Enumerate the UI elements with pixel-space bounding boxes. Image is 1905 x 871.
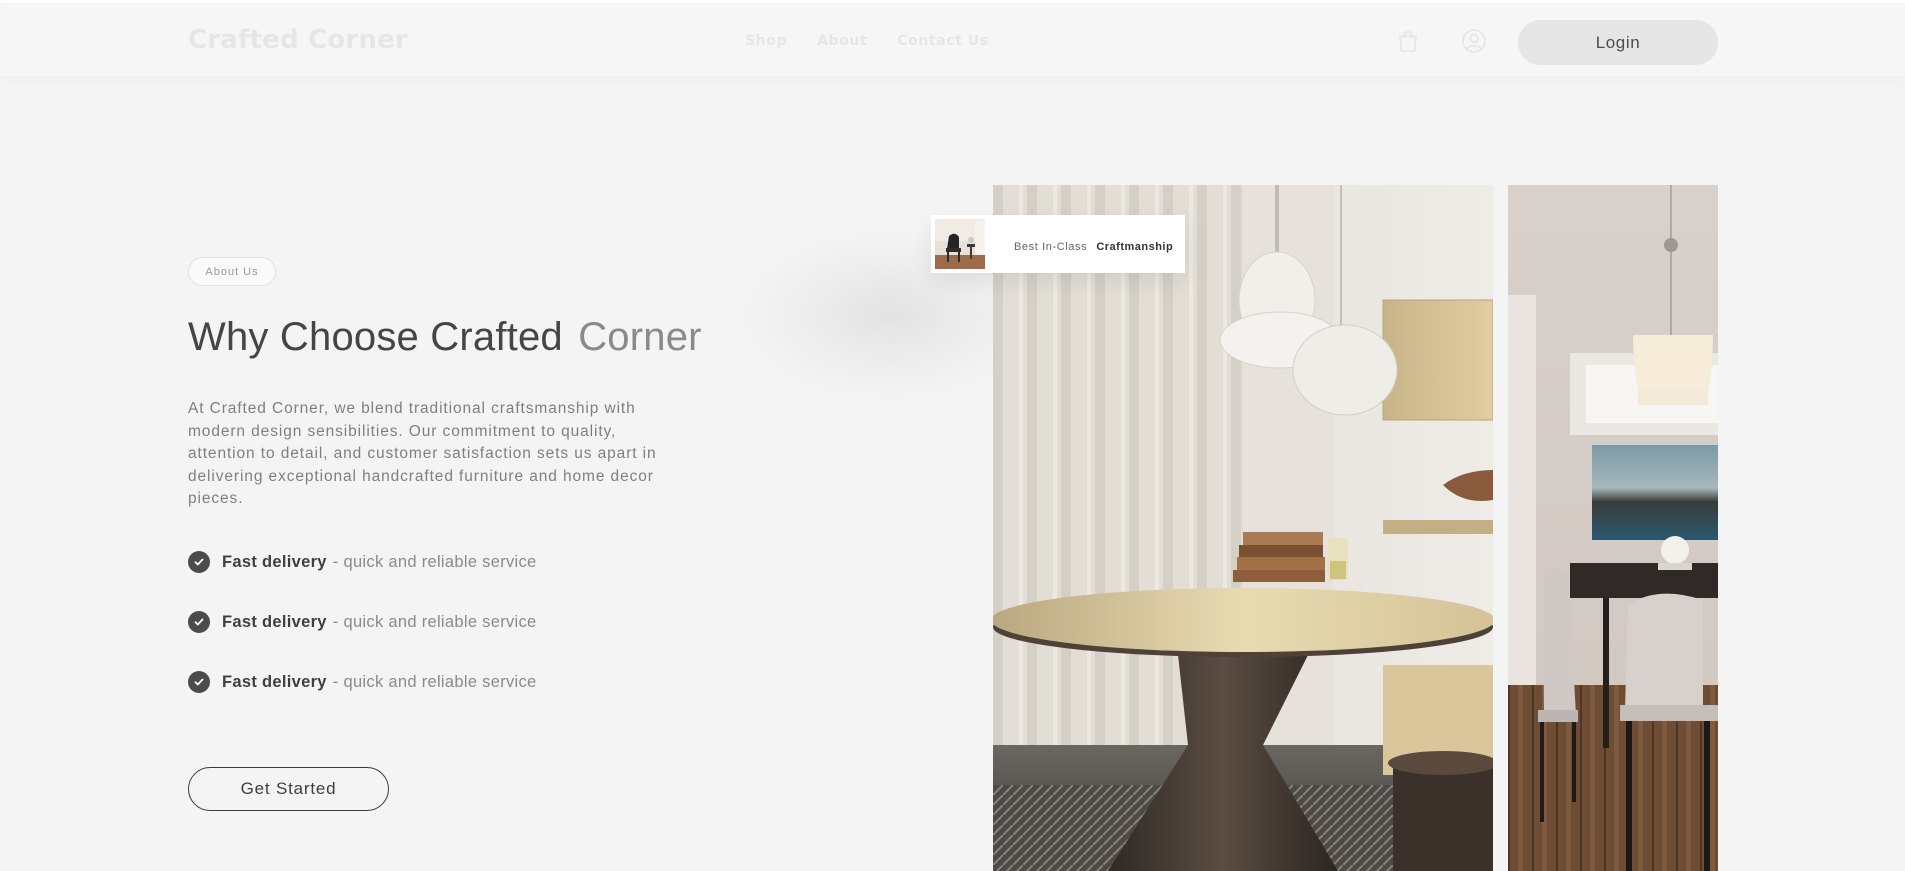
site-header: Crafted Corner Shop About Contact Us Log… [0, 3, 1905, 76]
feature-text: - quick and reliable service [332, 672, 537, 691]
check-circle-icon [188, 551, 210, 573]
get-started-button[interactable]: Get Started [188, 767, 389, 811]
feature-text: - quick and reliable service [332, 612, 537, 631]
page: Crafted Corner Shop About Contact Us Log… [0, 0, 1905, 871]
dining-table-photo [993, 185, 1493, 871]
check-circle-icon [188, 611, 210, 633]
nav-contact[interactable]: Contact Us [897, 33, 989, 49]
nav-shop[interactable]: Shop [745, 33, 787, 49]
title-accent: Corner [578, 315, 702, 359]
section-description: At Crafted Corner, we blend traditional … [188, 400, 657, 507]
feature-item: Fast delivery - quick and reliable servi… [188, 550, 537, 574]
logo[interactable]: Crafted Corner [188, 25, 408, 55]
feature-item: Fast delivery - quick and reliable servi… [188, 670, 537, 694]
shopping-bag-icon [1394, 27, 1422, 55]
title-main: Why Choose Crafted [188, 315, 563, 359]
main-nav: Shop About Contact Us [745, 33, 989, 49]
badge-text: Best In-Class Craftmanship [1014, 235, 1173, 254]
section-title: Why Choose Crafted Corner [188, 315, 702, 360]
craftsmanship-badge: Best In-Class Craftmanship [931, 215, 1185, 273]
badge-light-text: Best In-Class [1014, 240, 1088, 253]
feature-text: - quick and reliable service [332, 552, 537, 571]
feature-list: Fast delivery - quick and reliable servi… [188, 550, 537, 730]
feature-title: Fast delivery [222, 612, 327, 631]
account-button[interactable] [1460, 27, 1488, 55]
section-tag: About Us [188, 257, 276, 286]
feature-item: Fast delivery - quick and reliable servi… [188, 610, 537, 634]
dining-room-photo [1508, 185, 1718, 871]
check-circle-icon [188, 671, 210, 693]
cart-button[interactable] [1394, 27, 1422, 55]
feature-title: Fast delivery [222, 552, 327, 571]
feature-title: Fast delivery [222, 672, 327, 691]
nav-about[interactable]: About [817, 33, 867, 49]
login-button[interactable]: Login [1518, 20, 1718, 65]
user-circle-icon [1460, 27, 1488, 55]
badge-bold-text: Craftmanship [1096, 240, 1174, 253]
badge-thumbnail [935, 219, 985, 269]
